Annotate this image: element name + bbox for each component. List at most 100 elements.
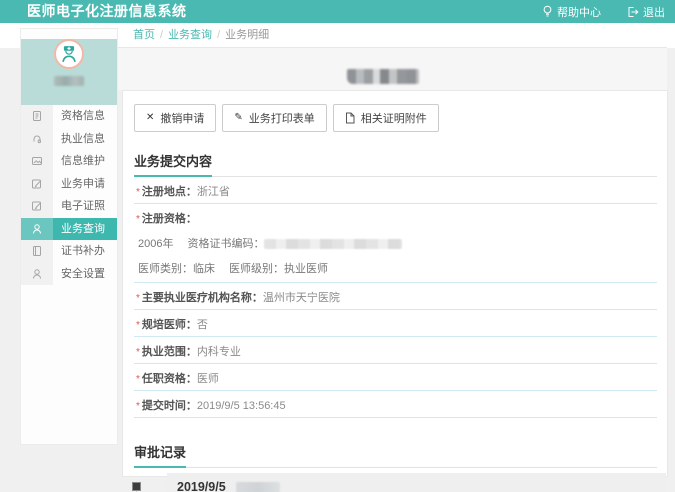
header-bar: 医师电子化注册信息系统 帮助中心 退出	[0, 0, 675, 23]
approval-record-card: 2019/9/5 ✔提交成功	[167, 473, 666, 492]
image-icon	[21, 150, 53, 173]
qualification-line-1: 2006年 资格证书编码：	[138, 235, 657, 251]
pencil-icon: ✎	[234, 113, 242, 123]
required-mark: *	[136, 401, 140, 412]
notebook-icon	[21, 240, 53, 263]
card-notch	[160, 479, 167, 491]
cancel-application-label: 撤销申请	[160, 110, 204, 126]
field-row-register-location: *注册地点：浙江省	[134, 177, 657, 204]
doctor-type-label: 医师类别：	[138, 263, 193, 275]
sidebar-item-qualification-info[interactable]: 资格信息	[21, 105, 117, 128]
sidebar-item-business-query[interactable]: 业务查询	[21, 218, 117, 241]
related-attachments-label: 相关证明附件	[361, 110, 427, 126]
breadcrumb: 首页/业务查询/业务明细	[118, 23, 667, 48]
doctor-level-label: 医师级别：	[229, 263, 284, 275]
approval-date-text: 2019/9/5	[177, 480, 226, 492]
print-form-button[interactable]: ✎ 业务打印表单	[222, 104, 326, 132]
breadcrumb-separator: /	[160, 29, 163, 41]
page-title-bar	[118, 48, 667, 90]
field-row-position-qualification: *任职资格：医师	[134, 364, 657, 391]
required-mark: *	[136, 293, 140, 304]
field-row-practice-scope: *执业范围：内科专业	[134, 337, 657, 364]
redacted-approval-detail	[236, 482, 280, 492]
field-value: 浙江省	[197, 186, 230, 198]
field-row-submit-time: *提交时间：2019/9/5 13:56:45	[134, 391, 657, 418]
doctor-icon	[57, 42, 81, 66]
field-value: 2019/9/5 13:56:45	[197, 400, 286, 412]
x-icon: ✕	[146, 113, 154, 123]
sidebar-item-practice-info[interactable]: 执业信息	[21, 128, 117, 151]
required-mark: *	[136, 214, 140, 225]
field-value: 内科专业	[197, 346, 241, 358]
required-mark: *	[136, 374, 140, 385]
doctor-type-value: 临床	[193, 263, 215, 275]
edit-form-icon	[21, 195, 53, 218]
main-panel: ✕ 撤销申请 ✎ 业务打印表单 相关证明附件 业务提交内容 *注册地点：浙江省 …	[122, 90, 668, 477]
sidebar-menu: 资格信息 执业信息 信息维护 业务申请 电子证照 业务查询	[21, 105, 117, 285]
help-center-label: 帮助中心	[557, 4, 601, 20]
redacted-user-name	[54, 76, 84, 86]
breadcrumb-home[interactable]: 首页	[133, 29, 155, 41]
sidebar-item-label: 安全设置	[53, 263, 117, 286]
timeline-marker-icon	[132, 482, 141, 491]
cancel-application-button[interactable]: ✕ 撤销申请	[134, 104, 216, 132]
logout-icon	[627, 6, 639, 18]
required-mark: *	[136, 347, 140, 358]
user-icon	[21, 263, 53, 286]
sidebar-item-certificate-reissue[interactable]: 证书补办	[21, 240, 117, 263]
user-profile-panel	[21, 39, 117, 105]
cert-code-label: 资格证书编码：	[187, 238, 264, 250]
lightbulb-icon	[542, 5, 553, 18]
sidebar-item-label: 业务查询	[53, 218, 117, 241]
edit-form-icon	[21, 173, 53, 196]
logout-label: 退出	[643, 4, 665, 20]
approval-section-title: 审批记录	[134, 442, 657, 468]
submission-section-title: 业务提交内容	[134, 151, 657, 177]
sidebar-item-label: 执业信息	[53, 128, 117, 151]
sidebar-item-label: 信息维护	[53, 150, 117, 173]
qualification-year: 2006年	[138, 238, 173, 250]
required-mark: *	[136, 187, 140, 198]
sidebar: 资格信息 执业信息 信息维护 业务申请 电子证照 业务查询	[20, 28, 118, 445]
related-attachments-button[interactable]: 相关证明附件	[333, 104, 439, 132]
user-icon	[21, 218, 53, 241]
logout-link[interactable]: 退出	[627, 4, 665, 20]
field-label: 任职资格：	[142, 373, 197, 385]
document-icon	[21, 105, 53, 128]
qualification-line-2: 医师类别：临床 医师级别：执业医师	[138, 260, 657, 276]
field-label: 注册地点：	[142, 186, 197, 198]
approval-date: 2019/9/5	[177, 480, 656, 492]
redacted-cert-code	[264, 239, 402, 249]
sidebar-item-info-maintenance[interactable]: 信息维护	[21, 150, 117, 173]
field-label: 提交时间：	[142, 400, 197, 412]
breadcrumb-separator: /	[217, 29, 220, 41]
field-label: 执业范围：	[142, 346, 197, 358]
toolbar: ✕ 撤销申请 ✎ 业务打印表单 相关证明附件	[134, 104, 657, 132]
sidebar-item-security-settings[interactable]: 安全设置	[21, 263, 117, 286]
sidebar-item-label: 业务申请	[53, 173, 117, 196]
sidebar-item-electronic-certificate[interactable]: 电子证照	[21, 195, 117, 218]
required-mark: *	[136, 320, 140, 331]
sidebar-item-label: 电子证照	[53, 195, 117, 218]
avatar	[54, 39, 84, 69]
field-value: 否	[197, 319, 208, 331]
field-row-resident-doctor: *规培医师：否	[134, 310, 657, 337]
submission-fields: *注册地点：浙江省 *注册资格： 2006年资格证书编码： 医师类别：临床医师级…	[134, 177, 657, 418]
field-label: 规培医师：	[142, 319, 197, 331]
sidebar-item-label: 资格信息	[53, 105, 117, 128]
doctor-level-value: 执业医师	[284, 263, 328, 275]
app-window: 医师电子化注册信息系统 帮助中心 退出 首页/业务查询/业务明细	[0, 0, 675, 492]
help-center-link[interactable]: 帮助中心	[542, 4, 601, 20]
header-actions: 帮助中心 退出	[542, 0, 665, 23]
redacted-applicant-name	[347, 69, 419, 84]
sidebar-item-label: 证书补办	[53, 240, 117, 263]
attachment-doc-icon	[345, 112, 355, 124]
field-row-register-qualification: *注册资格： 2006年 资格证书编码： 医师类别：临床 医师级别：执业医师	[134, 204, 657, 283]
field-label: 主要执业医疗机构名称：	[142, 292, 263, 304]
field-value: 医师	[197, 373, 219, 385]
app-title: 医师电子化注册信息系统	[27, 0, 187, 23]
sidebar-item-business-application[interactable]: 业务申请	[21, 173, 117, 196]
field-label: 注册资格：	[142, 213, 197, 225]
field-value: 温州市天宁医院	[263, 292, 340, 304]
breadcrumb-business-query[interactable]: 业务查询	[168, 29, 212, 41]
